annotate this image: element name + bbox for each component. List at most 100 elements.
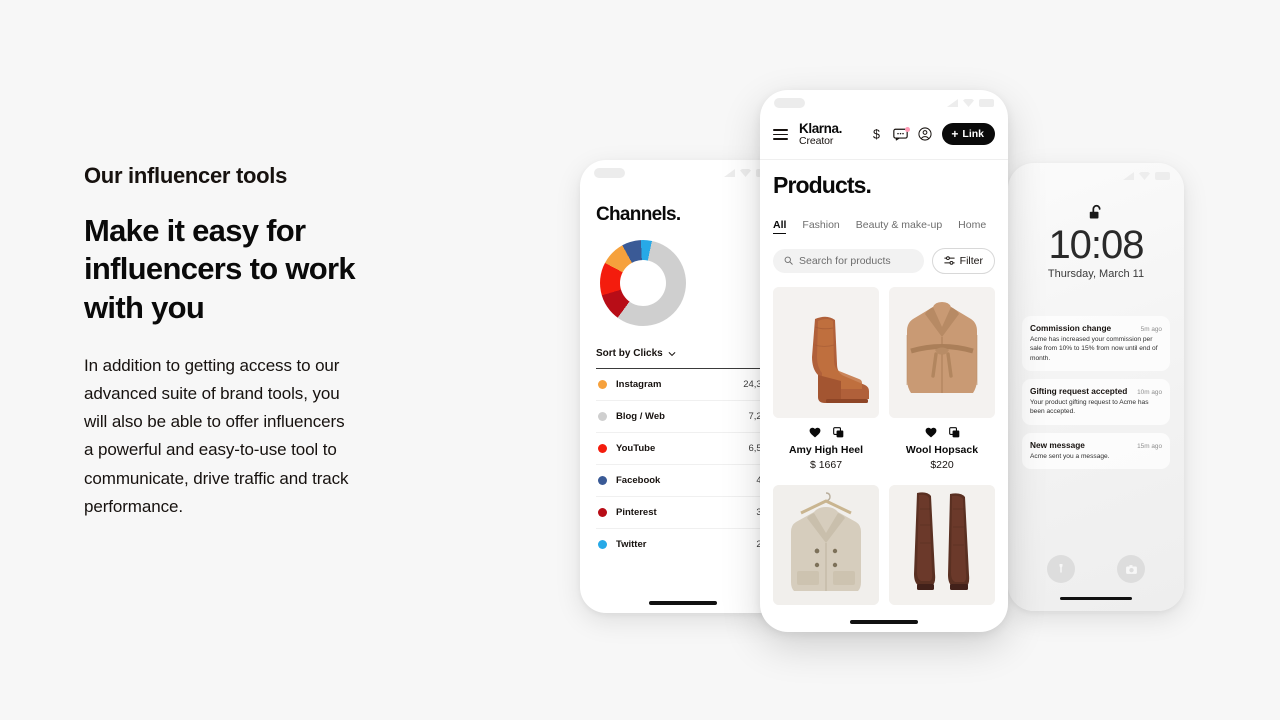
brand-logo: Klarna. Creator [799,121,842,148]
channel-name: Instagram [616,379,662,390]
table-row[interactable]: YouTube 6,54 [596,432,769,464]
channel-color-dot [598,412,607,421]
lockscreen-phone: 10:08 Thursday, March 11 Commission chan… [1008,163,1184,611]
hamburger-menu-icon[interactable] [773,128,788,141]
table-row[interactable]: Blog / Web 7,24 [596,400,769,432]
tan-wrap-coat [889,286,995,418]
notification-text: Acme sent you a message. [1030,452,1110,460]
sliders-icon [943,256,955,266]
status-time-placeholder [594,168,625,178]
channels-content: Channels. Sort by Clicks Instagram 24,30 B… [580,186,785,560]
status-time-placeholder [1022,171,1053,181]
heart-icon[interactable] [809,427,821,438]
svg-text:$: $ [873,128,880,142]
heart-icon[interactable] [925,427,937,438]
notification-item[interactable]: Commission change 5m ago Acme has increase… [1022,316,1170,372]
notification-badge [905,126,911,132]
signal-icon [947,99,958,107]
channel-name: YouTube [616,443,656,454]
notification-text: Your product gifting request to Acme has… [1030,399,1149,416]
add-link-label: Link [962,128,984,141]
dark-brown-tall-boots [889,484,995,605]
flashlight-icon[interactable] [1047,555,1075,583]
channels-phone: Channels. Sort by Clicks Instagram 24,30 B… [580,160,785,613]
battery-icon [979,99,994,107]
channels-list: Instagram 24,30 Blog / Web 7,24 YouTube 6,54 F… [596,368,769,560]
slide-canvas: Our influencer tools Make it easy for in… [0,0,1280,720]
home-indicator [648,601,717,605]
product-name: Wool Hopsack [905,443,979,456]
signal-icon [1123,172,1134,180]
plus-icon: + [951,127,959,142]
unlocked-padlock-icon [1022,203,1170,222]
search-icon [784,257,793,266]
lock-time: 10:08 [1048,223,1144,267]
tab-fashion[interactable]: Fashion [802,219,839,231]
copy-icon[interactable] [832,427,844,438]
tab-all[interactable]: All [773,219,787,234]
notification-title: Commission change [1030,323,1112,333]
product-card[interactable] [889,484,995,605]
lock-actions [1008,555,1184,583]
channel-color-dot [598,380,607,389]
notification-item[interactable]: Gifting request accepted 10m ago Your prod… [1022,379,1170,425]
notification-header: New message 15m ago [1030,440,1162,450]
notification-text: Acme has increased your commission per s… [1030,336,1158,362]
signal-icon [724,169,735,177]
channel-color-dot [598,508,607,517]
body-paragraph: In addition to getting access to our adv… [84,355,349,516]
notification-item[interactable]: New message 15m ago Acme sent you a messag… [1022,432,1170,470]
table-row[interactable]: Instagram 24,30 [596,368,769,400]
chevron-down-icon [668,351,676,356]
tab-beauty-make-up[interactable]: Beauty & make-up [856,219,942,231]
home-indicator [1060,596,1132,600]
account-circle-icon[interactable] [918,127,932,142]
channels-title: Channels. [596,204,681,225]
app-header: Klarna. Creator $ + Link [760,116,1008,160]
table-row[interactable]: Twitter20 [596,528,769,560]
wifi-icon [1139,172,1150,180]
copy-block: Our influencer tools Make it easy for in… [84,162,414,521]
status-bar [580,160,785,186]
camera-icon[interactable] [1117,555,1145,583]
notification-time: 15m ago [1137,442,1162,450]
product-price: $220 [930,458,954,471]
channel-name: Blog / Web [616,411,665,422]
search-placeholder: Search for products [799,254,891,267]
filter-button[interactable]: Filter [931,247,995,274]
product-grid-row-2 [773,484,995,605]
channel-color-dot [598,540,607,549]
channel-name: Facebook [616,475,661,486]
channel-color-dot [598,444,607,453]
notification-title: New message [1030,439,1085,450]
status-time-placeholder [774,98,805,108]
product-name: Amy High Heel [788,443,864,456]
search-row: Search for products Filter [773,247,995,274]
brown-leather-ankle-boot [773,286,879,418]
sort-label: Sort by Clicks [596,348,663,359]
notification-title: Gifting request accepted [1030,386,1128,397]
product-card-actions [889,427,995,438]
header-icons: $ + Link [870,123,995,146]
category-tabs: All Fashion Beauty & make-up Home [773,219,995,234]
product-grid-row-1: Amy High Heel $ 1667 Wool Hopsack $220 [773,286,995,471]
search-input[interactable]: Search for products [773,248,924,273]
table-row[interactable]: Pinterest35 [596,496,769,528]
product-card[interactable]: Wool Hopsack $220 [889,286,995,471]
product-card-actions [773,427,879,438]
product-card[interactable] [773,484,879,605]
table-row[interactable]: Facebook40 [596,464,769,496]
product-card[interactable]: Amy High Heel $ 1667 [773,286,879,471]
status-bar [1008,163,1184,189]
eyebrow-text: Our influencer tools [84,163,288,188]
brand-name: Klarna. [799,121,842,136]
sort-dropdown[interactable]: Sort by Clicks [596,348,769,359]
dollar-icon[interactable]: $ [870,127,883,142]
chat-bubble-icon[interactable] [893,126,911,141]
add-link-button[interactable]: + Link [942,123,995,146]
copy-icon[interactable] [948,427,960,438]
tab-home[interactable]: Home [958,219,986,231]
channel-name: Pinterest [616,507,657,518]
channels-chart [596,240,769,326]
brand-subtitle: Creator [799,135,834,148]
